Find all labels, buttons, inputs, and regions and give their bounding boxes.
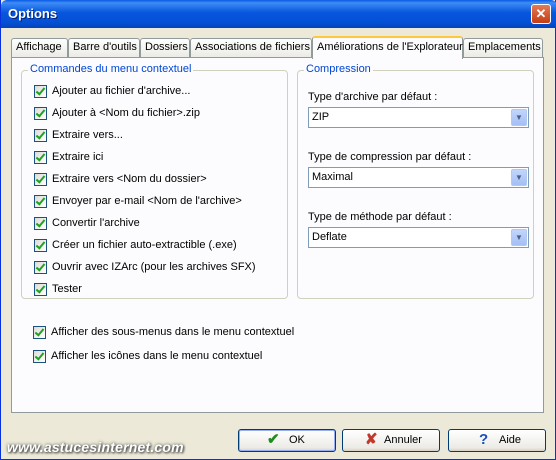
group-title: Commandes du menu contextuel [28,63,194,75]
checkbox-checked-icon[interactable] [33,350,46,363]
checkbox-label: Extraire ici [52,151,104,163]
question-icon: ? [479,431,489,448]
checkbox-checked-icon[interactable] [34,261,47,274]
tab-emplacements[interactable]: Emplacements [463,38,543,57]
context-menu-commands-group: Commandes du menu contextuel Ajouter au … [21,63,288,299]
tab-affichage[interactable]: Affichage [11,38,68,57]
ok-button[interactable]: ✔ OK [238,429,336,452]
checkbox-label: Afficher des sous-menus dans le menu con… [51,326,295,338]
checkbox-checked-icon[interactable] [34,85,47,98]
checkbox-checked-icon[interactable] [33,326,46,339]
checkbox-label: Envoyer par e-mail <Nom de l'archive> [52,195,242,207]
help-label: Aide [499,434,522,446]
compression-group: Compression Type d'archive par défaut : … [297,63,534,299]
tab-panel: Commandes du menu contextuel Ajouter au … [11,57,544,413]
ok-label: OK [289,434,305,446]
checkbox-checked-icon[interactable] [34,107,47,120]
archive-type-label: Type d'archive par défaut : [308,91,438,103]
cancel-label: Annuler [384,434,422,446]
tab-dossiers[interactable]: Dossiers [140,38,190,57]
checkbox-label: Ajouter au fichier d'archive... [52,85,191,97]
checkbox-label: Créer un fichier auto-extractible (.exe) [52,239,237,251]
checkbox-label: Extraire vers <Nom du dossier> [52,173,207,185]
group-title: Compression [304,63,373,75]
compression-type-select[interactable]: Maximal ▼ [308,167,529,188]
checkbox-checked-icon[interactable] [34,283,47,296]
cancel-button[interactable]: ✘ Annuler [342,429,440,452]
checkbox-checked-icon[interactable] [34,151,47,164]
compression-type-label: Type de compression par défaut : [308,151,472,163]
chevron-down-icon[interactable]: ▼ [511,109,527,126]
method-type-label: Type de méthode par défaut : [308,211,452,223]
watermark-text: www.astucesinternet.com [7,439,184,455]
checkbox-checked-icon[interactable] [34,195,47,208]
x-icon: ✘ [365,431,378,448]
checkbox-checked-icon[interactable] [34,217,47,230]
tab-ameliorations-explorateur[interactable]: Améliorations de l'Explorateur [312,36,463,59]
tab-barre-outils[interactable]: Barre d'outils [68,38,140,57]
checkbox-label: Ouvrir avec IZArc (pour les archives SFX… [52,261,256,273]
archive-type-select[interactable]: ZIP ▼ [308,107,529,128]
close-button[interactable]: ✕ [531,4,551,24]
method-type-select[interactable]: Deflate ▼ [308,227,529,248]
options-window: Options ✕ Affichage Barre d'outils Dossi… [0,0,556,460]
selected-value: Deflate [312,231,347,243]
close-icon: ✕ [535,6,547,21]
checkbox-label: Afficher les icônes dans le menu context… [51,350,263,362]
window-title: Options [8,6,58,21]
checkbox-checked-icon[interactable] [34,239,47,252]
checkbox-label: Convertir l'archive [52,217,140,229]
help-button[interactable]: ? Aide [448,429,546,452]
tab-associations[interactable]: Associations de fichiers [190,38,312,57]
checkbox-checked-icon[interactable] [34,129,47,142]
checkbox-checked-icon[interactable] [34,173,47,186]
title-bar[interactable]: Options ✕ [1,0,556,28]
checkbox-label: Ajouter à <Nom du fichier>.zip [52,107,200,119]
checkbox-label: Tester [52,283,82,295]
checkbox-label: Extraire vers... [52,129,123,141]
chevron-down-icon[interactable]: ▼ [511,169,527,186]
selected-value: Maximal [312,171,353,183]
chevron-down-icon[interactable]: ▼ [511,229,527,246]
check-icon: ✔ [267,431,280,448]
selected-value: ZIP [312,111,330,123]
